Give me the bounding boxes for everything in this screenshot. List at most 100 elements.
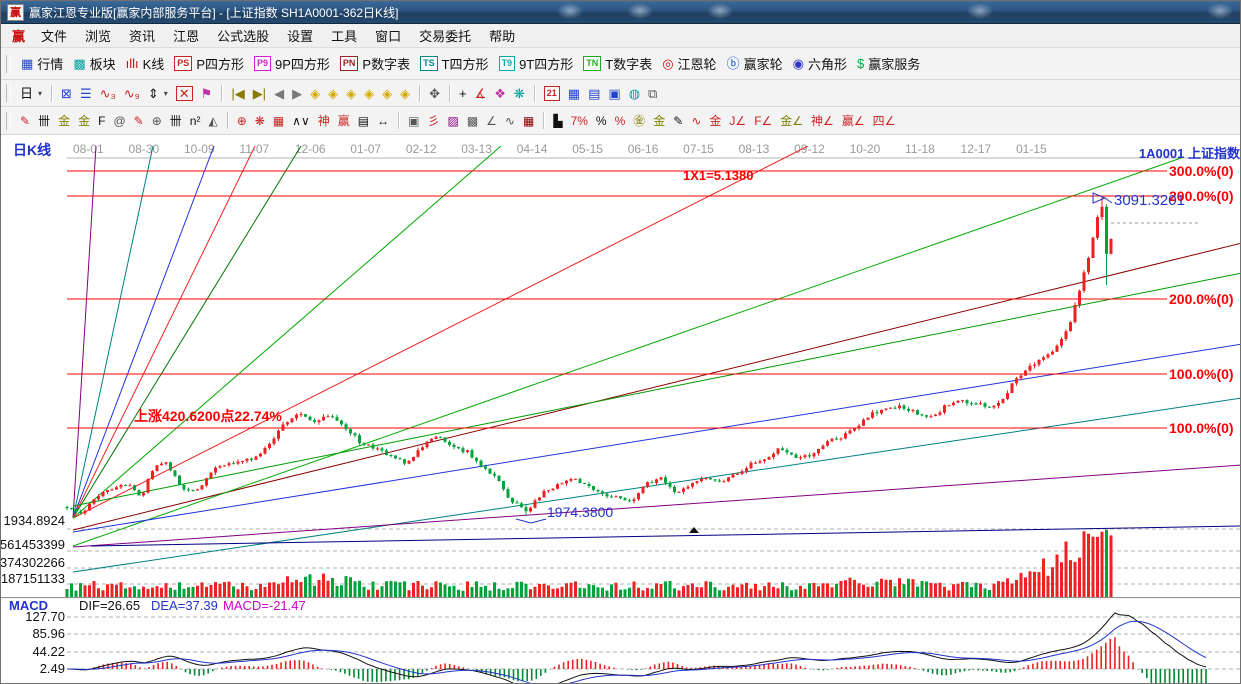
hexagon-button[interactable]: ◉六角形 bbox=[788, 52, 852, 75]
box-select-tool[interactable]: ▣ bbox=[404, 113, 423, 129]
angle-f-tool[interactable]: F∠ bbox=[750, 113, 776, 129]
gann-arrow-vertical-button[interactable]: ◈ bbox=[378, 85, 396, 102]
app-menu-icon[interactable]: 赢 bbox=[5, 26, 32, 45]
hatch-grid-2-tool[interactable]: 卌 bbox=[166, 113, 186, 129]
mini-angle-tool[interactable]: ∠ bbox=[482, 113, 501, 129]
p-square-button[interactable]: PSP四方形 bbox=[169, 52, 249, 75]
fib-f-tool[interactable]: F bbox=[94, 113, 109, 129]
red-fan-tool[interactable]: 彡 bbox=[423, 113, 443, 129]
gann-arrow-expand-button[interactable]: ◈ bbox=[342, 85, 360, 102]
menu-window[interactable]: 窗口 bbox=[366, 24, 410, 47]
angle-gold-tool[interactable]: 金∠ bbox=[776, 113, 807, 129]
menu-help[interactable]: 帮助 bbox=[480, 24, 524, 47]
step-back-button[interactable]: ◀ bbox=[270, 85, 288, 102]
crosshair-tool[interactable]: + bbox=[455, 85, 471, 102]
menu-news[interactable]: 资讯 bbox=[120, 24, 164, 47]
pencil-grid-tool[interactable]: ✎ bbox=[130, 113, 148, 129]
print-button[interactable]: ⧉ bbox=[644, 85, 661, 102]
market-quotes-button[interactable]: ▦行情 bbox=[16, 52, 68, 75]
gann-arrow-left-button[interactable]: ◈ bbox=[306, 85, 324, 102]
candle-style-selector[interactable]: ⇕▾ bbox=[144, 85, 172, 102]
gold-square-b-tool[interactable]: 金 bbox=[74, 113, 94, 129]
gann-arrow-right-button[interactable]: ◈ bbox=[324, 85, 342, 102]
period-day-selector-dropdown-arrow-icon[interactable]: ▾ bbox=[38, 89, 42, 98]
pen-mark-tool[interactable]: ✎ bbox=[669, 113, 687, 129]
angle-si-tool[interactable]: 四∠ bbox=[869, 113, 900, 129]
circle-arc-tool[interactable]: ⊕ bbox=[148, 113, 166, 129]
wave-9-icon[interactable]: ∿₉ bbox=[120, 85, 144, 102]
red-crosshair-tool[interactable]: ⊕ bbox=[233, 113, 251, 129]
menu-gann[interactable]: 江恩 bbox=[164, 24, 208, 47]
red-gold-line-tool[interactable]: 金 bbox=[705, 113, 725, 129]
angle-j-tool[interactable]: J∠ bbox=[725, 113, 750, 129]
gann-wheel-button[interactable]: ◎江恩轮 bbox=[657, 52, 721, 75]
menu-settings[interactable]: 设置 bbox=[278, 24, 322, 47]
percent-tool[interactable]: % bbox=[592, 113, 611, 129]
t-square-button[interactable]: TST四方形 bbox=[415, 52, 493, 75]
gold-circle-tool[interactable]: ㊎ bbox=[629, 113, 649, 129]
9t-square-button[interactable]: T99T四方形 bbox=[494, 52, 579, 75]
angle-measure-tool[interactable]: ∡ bbox=[471, 85, 491, 102]
width-measure-tool[interactable]: ↔ bbox=[373, 113, 393, 129]
hatch-grid-tool[interactable]: 卌 bbox=[34, 113, 54, 129]
kline-chart-canvas[interactable]: 日K线08-0108-3010-0911-0712-0601-0702-1203… bbox=[1, 135, 1241, 684]
fan-dark-tool[interactable]: ▩ bbox=[463, 113, 482, 129]
spider-web-tool[interactable]: ❋ bbox=[251, 113, 269, 129]
go-last-button[interactable]: ▶| bbox=[249, 85, 270, 102]
wave-line-tool[interactable]: ∿ bbox=[501, 113, 519, 129]
menu-tools[interactable]: 工具 bbox=[322, 24, 366, 47]
winner-wheel-button[interactable]: ⓑ赢家轮 bbox=[722, 52, 788, 75]
calculator-button[interactable]: ▦ bbox=[564, 85, 584, 102]
gann-shape-tool[interactable]: ❖ bbox=[490, 85, 510, 102]
histogram-tool[interactable]: ▙ bbox=[549, 113, 566, 129]
t-number-table-button[interactable]: TNT数字表 bbox=[578, 52, 657, 75]
gann-net-icon[interactable]: ⊠ bbox=[57, 85, 76, 102]
web-link-button[interactable]: ◍ bbox=[625, 85, 644, 102]
mirror-tool[interactable]: ◭ bbox=[204, 113, 221, 129]
step-forward-button[interactable]: ▶ bbox=[288, 85, 306, 102]
calendar-21-button[interactable]: 21 bbox=[540, 84, 564, 103]
seven-percent-tool[interactable]: 7% bbox=[567, 113, 592, 129]
9p-square-button[interactable]: P99P四方形 bbox=[249, 52, 335, 75]
k-line-button[interactable]: ıllıK线 bbox=[121, 52, 170, 75]
mind-tool[interactable]: ❋ bbox=[510, 85, 529, 102]
save-button[interactable]: ▣ bbox=[604, 85, 624, 102]
info-list-icon[interactable]: ☰ bbox=[76, 85, 96, 102]
shen-grid-tool[interactable]: 神 bbox=[314, 113, 334, 129]
go-first-button[interactable]: |◀ bbox=[227, 85, 248, 102]
zigzag-tool[interactable]: ∧∨ bbox=[288, 113, 314, 129]
candle-style-selector-dropdown-arrow-icon[interactable]: ▾ bbox=[164, 89, 168, 98]
ying-grid-tool[interactable]: 赢 bbox=[334, 113, 354, 129]
toolbar-grip[interactable] bbox=[6, 55, 11, 73]
menu-browse[interactable]: 浏览 bbox=[76, 24, 120, 47]
gold-square-a-tool[interactable]: 金 bbox=[54, 113, 74, 129]
angle-shen-tool[interactable]: 神∠ bbox=[807, 113, 838, 129]
percent-line-tool[interactable]: % bbox=[611, 113, 630, 129]
toolbar-grip[interactable] bbox=[6, 112, 11, 130]
p-number-table-button[interactable]: PNP数字表 bbox=[335, 52, 415, 75]
delete-drawings-button[interactable]: ✕ bbox=[172, 84, 197, 103]
gold-lines-tool[interactable]: 金 bbox=[649, 113, 669, 129]
ruler-123-tool[interactable]: ▤ bbox=[354, 113, 373, 129]
period-day-selector[interactable]: 日▾ bbox=[16, 85, 46, 102]
wave-3-icon[interactable]: ∿₃ bbox=[96, 85, 120, 102]
dense-grid-tool[interactable]: ▦ bbox=[519, 113, 538, 129]
menu-trade-order[interactable]: 交易委托 bbox=[410, 24, 480, 47]
angle-ying-tool[interactable]: 赢∠ bbox=[838, 113, 869, 129]
menu-formula-picker[interactable]: 公式选股 bbox=[208, 24, 278, 47]
fan-box-tool[interactable]: ▨ bbox=[443, 113, 462, 129]
menu-file[interactable]: 文件 bbox=[32, 24, 76, 47]
flag-marker-button[interactable]: ⚑ bbox=[197, 85, 217, 102]
n-squared-tool[interactable]: n² bbox=[186, 113, 205, 129]
red-grid-tool[interactable]: ▦ bbox=[269, 113, 288, 129]
chart-area[interactable]: 日K线08-0108-3010-0911-0712-0601-0702-1203… bbox=[1, 135, 1241, 684]
report-view-button[interactable]: ▤ bbox=[584, 85, 604, 102]
sector-blocks-button[interactable]: ▩板块 bbox=[68, 52, 120, 75]
pan-hand-tool[interactable]: ✥ bbox=[425, 85, 444, 102]
red-wave-tool[interactable]: ∿ bbox=[687, 113, 705, 129]
pencil-tool[interactable]: ✎ bbox=[16, 113, 34, 129]
gann-arrow-compress-button[interactable]: ◈ bbox=[360, 85, 378, 102]
gann-arrow-all-button[interactable]: ◈ bbox=[396, 85, 414, 102]
toolbar-grip[interactable] bbox=[6, 84, 11, 102]
spiral-tool[interactable]: @ bbox=[109, 113, 129, 129]
